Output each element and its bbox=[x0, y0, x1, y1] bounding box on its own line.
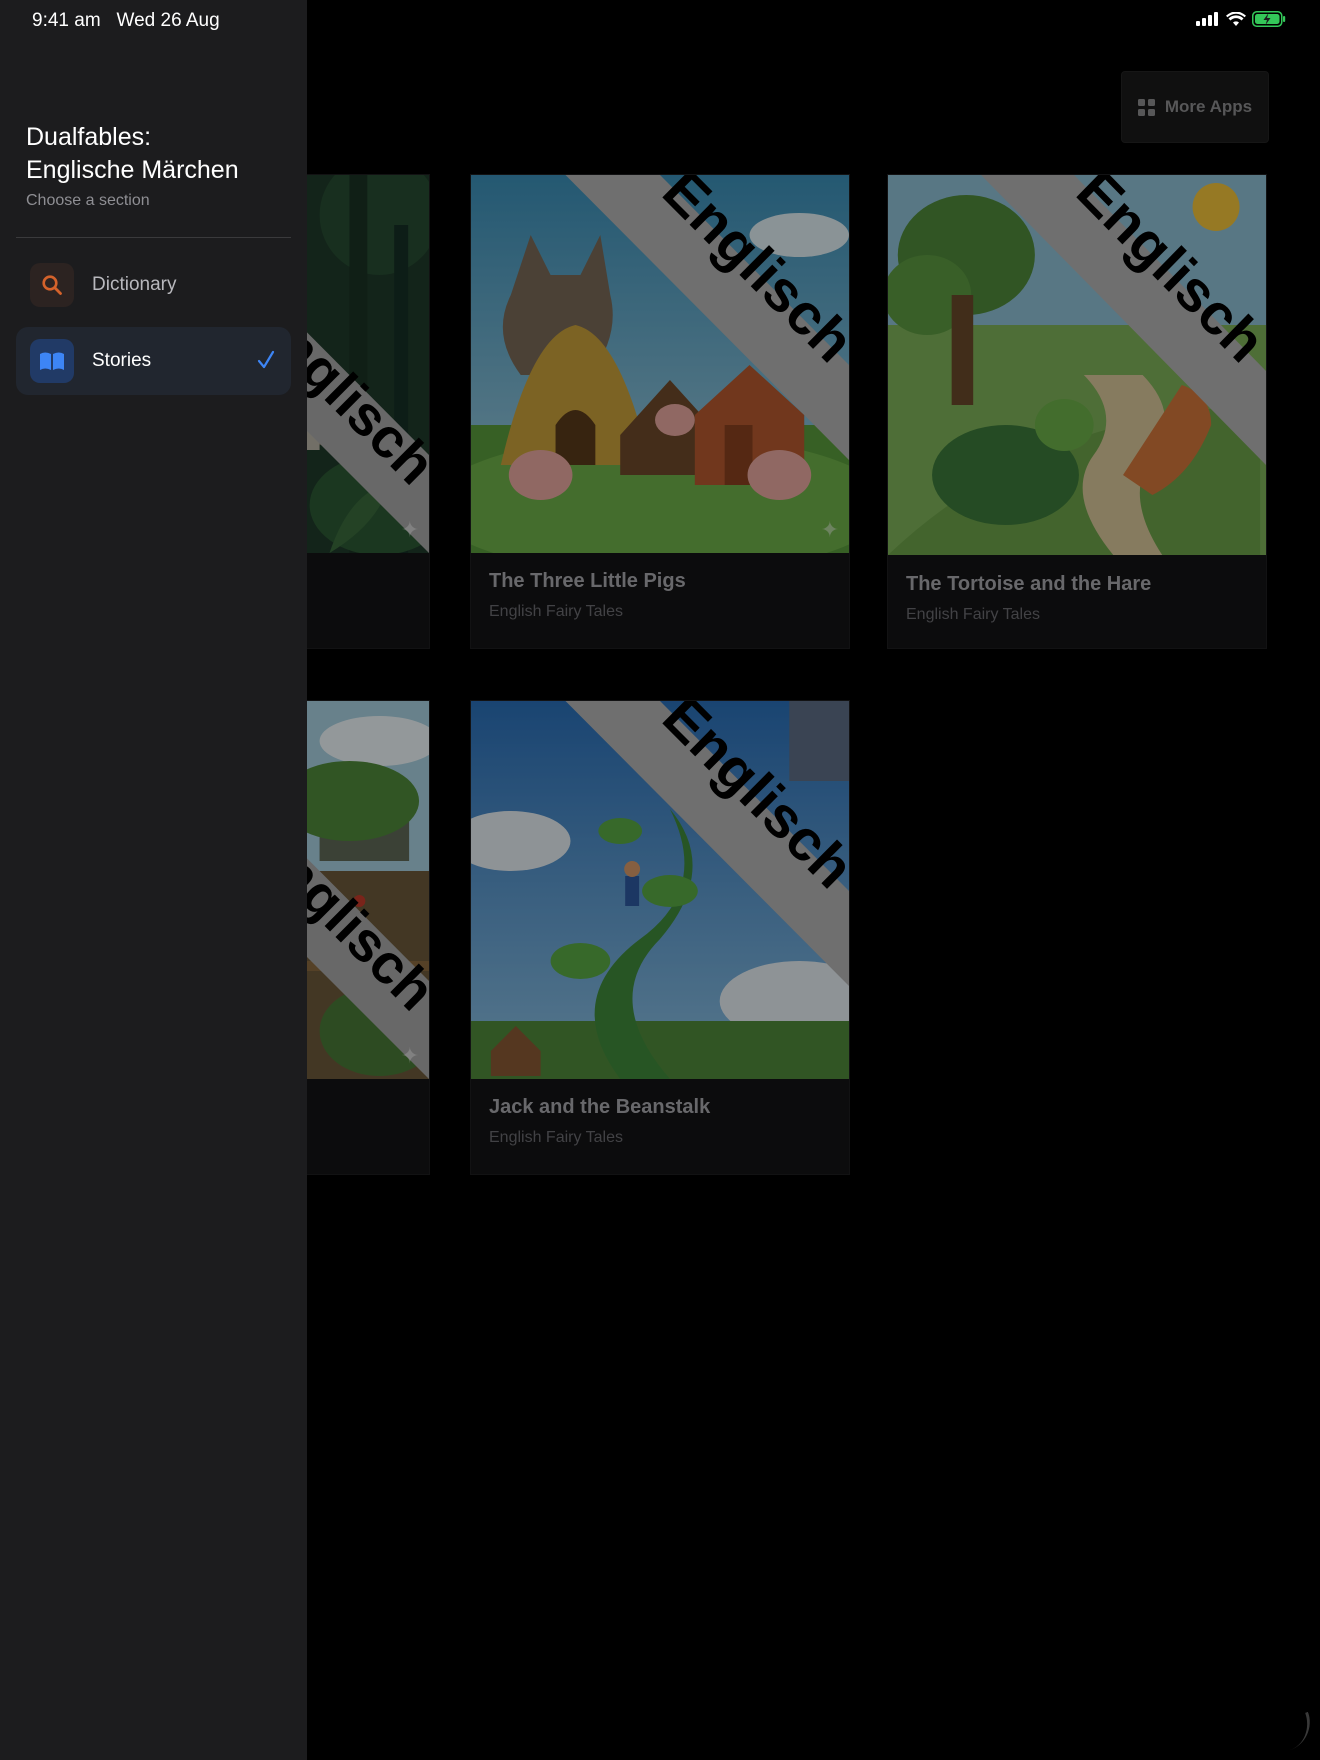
sidebar-item-stories[interactable]: Stories bbox=[16, 327, 291, 395]
search-icon bbox=[30, 263, 74, 307]
status-bar-time: 9:41 am Wed 26 Aug bbox=[32, 10, 220, 31]
checkmark-icon bbox=[257, 350, 275, 369]
signal-icon bbox=[1196, 12, 1218, 26]
sidebar: 9:41 am Wed 26 Aug Dualfables: Englische… bbox=[0, 0, 307, 1760]
sidebar-item-label: Dictionary bbox=[92, 274, 177, 295]
sidebar-subtitle: Choose a section bbox=[26, 192, 150, 209]
wifi-icon bbox=[1226, 11, 1246, 26]
book-icon bbox=[30, 339, 74, 383]
sidebar-item-dictionary[interactable]: Dictionary bbox=[16, 251, 291, 319]
dim-overlay[interactable] bbox=[307, 0, 1320, 1760]
status-bar-icons bbox=[1196, 11, 1286, 27]
sidebar-item-label: Stories bbox=[92, 350, 152, 371]
divider bbox=[16, 237, 291, 238]
battery-charging-icon bbox=[1252, 11, 1286, 27]
app-title: Dualfables: Englische Märchen bbox=[26, 123, 239, 184]
